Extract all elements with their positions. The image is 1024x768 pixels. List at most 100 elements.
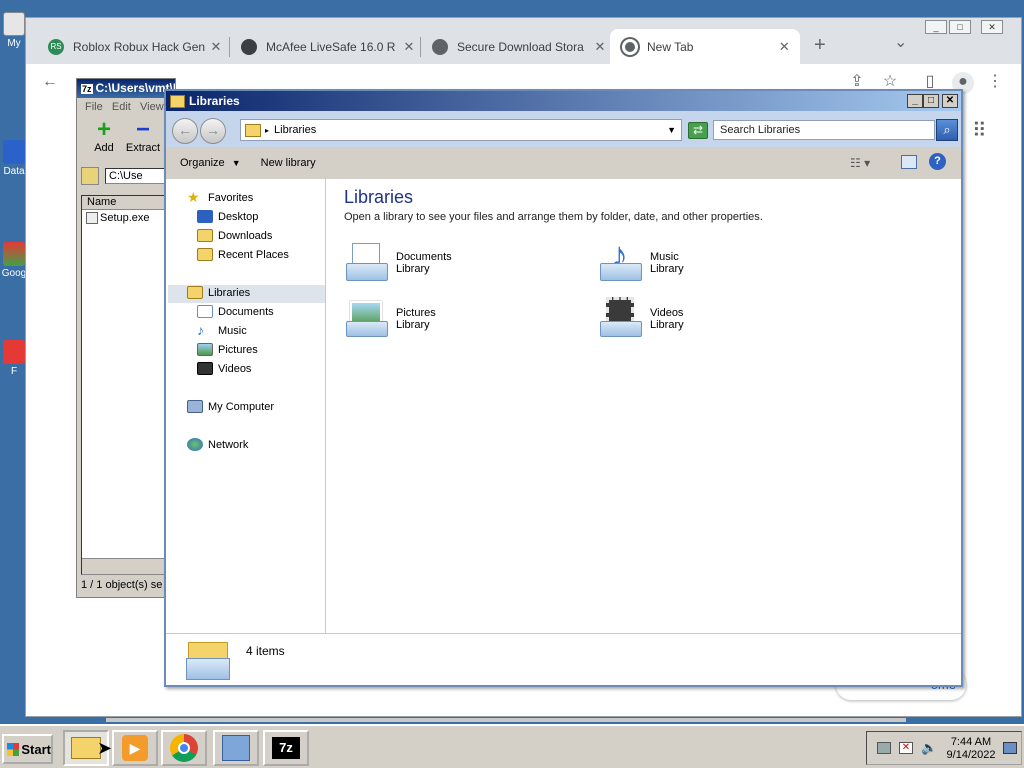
- music-library-icon: ♪: [598, 237, 644, 285]
- show-desktop-icon[interactable]: [1003, 742, 1017, 754]
- horizontal-scrollbar[interactable]: [82, 558, 176, 574]
- address-bar[interactable]: ▸ Libraries ▼: [240, 119, 682, 141]
- tab-title: New Tab: [647, 39, 694, 54]
- tab-title: Roblox Robux Hack Gen: [73, 39, 206, 54]
- volume-icon[interactable]: 🔈: [921, 740, 937, 756]
- pictures-library-icon: [344, 297, 390, 341]
- command-bar: Organize ▼ New library ☷ ▾ ?: [166, 147, 961, 179]
- page-subtitle: Open a library to see your files and arr…: [344, 211, 763, 223]
- apps-grid-icon[interactable]: ⠿: [972, 118, 987, 143]
- view-options-icon[interactable]: ☷ ▾: [850, 156, 870, 170]
- nav-recent-places[interactable]: Recent Places: [197, 248, 289, 261]
- minimize-button[interactable]: _: [907, 94, 923, 108]
- explorer-title-bar[interactable]: Libraries _ □ ✕: [166, 91, 961, 111]
- item-count: 4 items: [246, 644, 285, 658]
- nav-downloads[interactable]: Downloads: [197, 229, 272, 242]
- search-input[interactable]: Search Libraries: [713, 120, 935, 140]
- preview-pane-icon[interactable]: [901, 155, 917, 169]
- nav-my-computer[interactable]: My Computer: [187, 400, 274, 413]
- back-button[interactable]: ←: [172, 118, 198, 144]
- maximize-button[interactable]: □: [923, 94, 939, 108]
- library-pictures[interactable]: Pictures Library: [344, 297, 436, 341]
- close-icon[interactable]: ✕: [777, 39, 792, 55]
- nav-libraries[interactable]: Libraries: [187, 286, 250, 299]
- tab-search-button[interactable]: ⌄: [894, 32, 907, 52]
- menu-edit[interactable]: Edit: [112, 101, 131, 113]
- desktop-icon-google[interactable]: Goog: [0, 242, 28, 279]
- chevron-down-icon[interactable]: ▼: [667, 125, 676, 135]
- new-tab-button[interactable]: +: [814, 34, 826, 57]
- tab-roblox[interactable]: RS Roblox Robux Hack Gen ✕: [36, 29, 232, 64]
- documents-icon: [197, 305, 213, 318]
- security-alert-icon[interactable]: ✕: [899, 742, 913, 754]
- libraries-icon: [170, 94, 185, 108]
- library-videos[interactable]: Videos Library: [598, 297, 684, 341]
- desktop-icon-label: Data: [3, 166, 25, 177]
- nav-pictures[interactable]: Pictures: [197, 343, 258, 356]
- music-note-icon: ♪: [197, 322, 204, 338]
- taskbar-media-player[interactable]: ▶: [112, 730, 158, 766]
- nav-music[interactable]: ♪ Music: [197, 322, 247, 338]
- library-documents[interactable]: Documents Library: [344, 241, 452, 285]
- help-icon[interactable]: ?: [929, 153, 946, 170]
- menu-view[interactable]: View: [140, 101, 164, 113]
- nav-network[interactable]: Network: [187, 438, 248, 451]
- address-bar-area: ← → ▸ Libraries ▼ ⇄ Search Libraries ⌕: [166, 111, 961, 147]
- search-icon[interactable]: ⌕: [936, 119, 958, 141]
- desktop-icon: [197, 210, 213, 223]
- close-icon[interactable]: ✕: [208, 39, 224, 55]
- maximize-button[interactable]: □: [949, 20, 971, 34]
- library-music[interactable]: ♪ Music Library: [598, 237, 684, 285]
- file-row[interactable]: Setup.exe: [82, 210, 176, 226]
- tab-new-tab[interactable]: New Tab ✕: [610, 29, 800, 64]
- horizontal-scrollbar[interactable]: [106, 718, 906, 722]
- chevron-right-icon[interactable]: ▸: [265, 126, 269, 135]
- start-button[interactable]: Start: [2, 734, 53, 764]
- file-list[interactable]: Name Setup.exe: [81, 195, 177, 575]
- nav-documents[interactable]: Documents: [197, 305, 274, 318]
- tab-title: McAfee LiveSafe 16.0 R: [266, 39, 396, 54]
- close-window-button[interactable]: ✕: [942, 94, 958, 108]
- tab-mcafee[interactable]: McAfee LiveSafe 16.0 R ✕: [229, 29, 425, 64]
- desktop-icon-my-computer[interactable]: My: [0, 12, 28, 49]
- taskbar-chrome[interactable]: [161, 730, 207, 766]
- close-window-button[interactable]: ✕: [981, 20, 1003, 34]
- column-header-name[interactable]: Name: [82, 196, 176, 210]
- clock[interactable]: 7:44 AM 9/14/2022: [941, 736, 1001, 762]
- forward-button[interactable]: →: [200, 118, 226, 144]
- wordpress-favicon-icon: [241, 38, 257, 55]
- clock-date: 9/14/2022: [946, 749, 996, 761]
- taskbar-7zip[interactable]: 7z: [263, 730, 309, 766]
- downloads-folder-icon: [197, 229, 213, 242]
- chrome-icon: [3, 242, 25, 266]
- organize-button[interactable]: Organize ▼: [166, 157, 255, 169]
- nav-desktop[interactable]: Desktop: [197, 210, 258, 223]
- nav-favorites[interactable]: ★ Favorites: [187, 190, 253, 204]
- extract-button[interactable]: − Extract: [123, 118, 163, 155]
- computer-icon: [187, 400, 203, 413]
- minimize-button[interactable]: _: [925, 20, 947, 34]
- add-button[interactable]: + Add: [87, 116, 121, 155]
- breadcrumb[interactable]: Libraries: [274, 124, 316, 136]
- close-icon[interactable]: ✕: [592, 39, 608, 55]
- desktop-icon-f[interactable]: F: [0, 340, 28, 377]
- add-label: Add: [94, 142, 114, 154]
- new-library-button[interactable]: New library: [255, 157, 330, 169]
- network-tray-icon[interactable]: [877, 742, 891, 754]
- sevenzip-toolbar: + Add − Extract: [77, 116, 175, 164]
- back-icon[interactable]: ←: [40, 72, 60, 92]
- menu-bar: File Edit View: [77, 98, 175, 116]
- tab-secure-download[interactable]: Secure Download Stora ✕: [420, 29, 616, 64]
- close-icon[interactable]: ✕: [401, 39, 417, 55]
- chrome-menu-icon[interactable]: ⋮: [985, 72, 1005, 92]
- up-folder-icon[interactable]: [81, 167, 99, 185]
- taskbar-network-app[interactable]: [213, 730, 259, 766]
- refresh-button[interactable]: ⇄: [688, 122, 708, 139]
- tab-title: Secure Download Stora: [457, 39, 584, 54]
- plus-icon: +: [96, 116, 111, 143]
- desktop-icon-data[interactable]: Data: [0, 140, 28, 177]
- clock-time: 7:44 AM: [950, 736, 992, 748]
- chrome-icon: [170, 734, 198, 762]
- menu-file[interactable]: File: [85, 101, 103, 113]
- nav-videos[interactable]: Videos: [197, 362, 251, 375]
